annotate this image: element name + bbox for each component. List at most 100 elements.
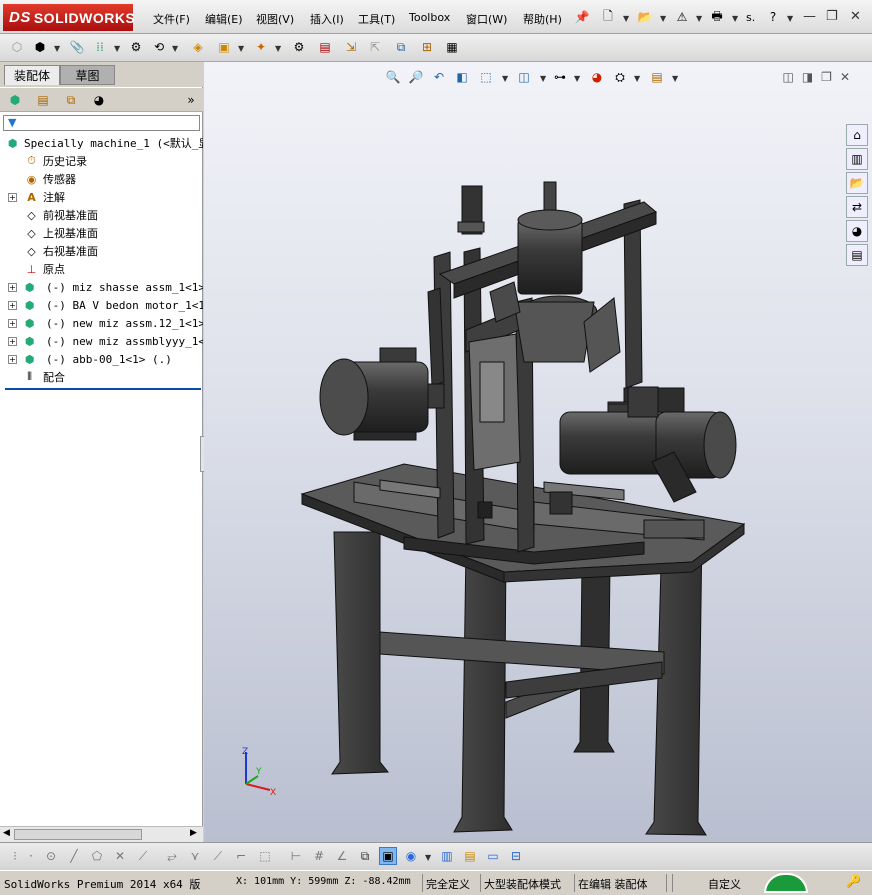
tree-item-subassembly[interactable]: + ⬢ (-) abb-00_1<1> (.) (0, 350, 203, 368)
help-question-icon[interactable]: ? (764, 8, 782, 26)
offset-icon[interactable]: ⥂ (163, 847, 181, 865)
isometric-view-icon[interactable]: ⧉ (356, 847, 374, 865)
menu-view[interactable]: 视图(V) (256, 11, 294, 27)
graphics-area[interactable]: 🔍 🔎 ↶ ◧ ⬚ ▼ ◫ ▼ ⊶ ▼ ◕ ⛭ ▼ ▤ ▼ ◫◨❐✕ ⌂ ▥ 📂… (204, 62, 872, 842)
line-icon[interactable]: ╱ (65, 847, 83, 865)
tree-item-subassembly[interactable]: + ⬢ (-) BA V bedon motor_1<1> (0, 296, 203, 314)
assembly-features-icon[interactable]: ▣ (215, 38, 233, 56)
minimize-icon[interactable]: — (803, 9, 816, 24)
tree-item-subassembly[interactable]: + ⬢ (-) new miz assmblyyy_1<1> (0, 332, 203, 350)
reference-geometry-icon[interactable]: ✦ (252, 38, 270, 56)
new-part-icon[interactable]: ⬢ (31, 38, 49, 56)
help-dropdown-icon[interactable]: ▼ (787, 14, 793, 23)
restore-icon[interactable]: ❐ (826, 9, 838, 24)
pattern-dropdown-icon[interactable]: ▼ (114, 44, 120, 53)
search-truncated[interactable]: s. (746, 11, 755, 24)
tree-item-origin[interactable]: ⊥ 原点 (0, 260, 203, 278)
open-folder-icon[interactable]: 📂 (636, 8, 654, 26)
menu-tools[interactable]: 工具(T) (358, 11, 395, 27)
tree-item-right-plane[interactable]: ◇ 右视基准面 (0, 242, 203, 260)
move-dropdown-icon[interactable]: ▼ (172, 44, 178, 53)
configuration-manager-icon[interactable]: ⧉ (62, 91, 80, 109)
tree-item-top-plane[interactable]: ◇ 上视基准面 (0, 224, 203, 242)
display-pane-icon[interactable]: ▤ (461, 847, 479, 865)
circle-icon[interactable]: ⊙ (42, 847, 60, 865)
menu-help[interactable]: 帮助(H) (523, 11, 562, 27)
insert-component-icon[interactable]: ⬡ (8, 38, 26, 56)
menu-toolbox[interactable]: Toolbox (409, 11, 450, 24)
shaded-with-edges-icon[interactable]: ▣ (379, 847, 397, 865)
single-viewport-icon[interactable]: ▭ (484, 847, 502, 865)
bill-of-materials-icon[interactable]: ▤ (316, 38, 334, 56)
open-dropdown-icon[interactable]: ▼ (660, 14, 666, 23)
print-icon[interactable]: 🖶 (708, 8, 726, 26)
move-component-icon[interactable]: ⟲ (150, 38, 168, 56)
tree-item-annotations[interactable]: + A 注解 (0, 188, 203, 206)
tab-assembly[interactable]: 装配体 (4, 65, 60, 85)
expand-toggle[interactable]: + (8, 282, 17, 292)
tree-item-subassembly[interactable]: + ⬢ (-) new miz assm.12_1<1> ( (0, 314, 203, 332)
menu-window[interactable]: 窗口(W) (466, 11, 507, 27)
status-units[interactable]: 自定义 (708, 876, 741, 892)
rebuild-warning-icon[interactable]: ⚠ (673, 8, 691, 26)
expand-toggle[interactable]: + (8, 192, 17, 202)
scroll-right-icon[interactable]: ▶ (190, 828, 197, 838)
clearance-verification-icon[interactable]: ⊞ (418, 38, 436, 56)
property-manager-icon[interactable]: ▤ (34, 91, 52, 109)
polygon-icon[interactable]: ⬠ (88, 847, 106, 865)
new-document-icon[interactable]: 🗋 (599, 8, 617, 26)
shaded-icon[interactable]: ◉ (402, 847, 420, 865)
smart-dimension-icon[interactable]: ⊢ (287, 847, 305, 865)
rebuild-notification-icon[interactable]: 🔑 (846, 874, 861, 888)
grid-icon[interactable]: # (310, 847, 328, 865)
tree-item-front-plane[interactable]: ◇ 前视基准面 (0, 206, 203, 224)
angle-icon[interactable]: ∠ (333, 847, 351, 865)
point-icon[interactable]: · (22, 847, 40, 865)
expand-toggle[interactable]: + (8, 300, 17, 310)
mate-icon[interactable]: 📎 (68, 38, 86, 56)
component-dropdown-icon[interactable]: ▼ (54, 44, 60, 53)
shading-dropdown-icon[interactable]: ▼ (425, 853, 431, 862)
menu-file[interactable]: 文件(F) (153, 11, 190, 27)
dimension-box-icon[interactable]: ⬚ (256, 847, 274, 865)
close-icon[interactable]: ✕ (850, 9, 861, 24)
status-indicator-icon[interactable] (764, 873, 808, 893)
assembly-model-render[interactable]: Z X Y (204, 62, 872, 842)
linear-pattern-icon[interactable]: ⁞⁞ (91, 38, 109, 56)
component-color-icon[interactable]: ▥ (438, 847, 456, 865)
tree-filter[interactable]: ▼ (3, 115, 200, 131)
tree-item-sensors[interactable]: ◉ 传感器 (0, 170, 203, 188)
features-dropdown-icon[interactable]: ▼ (238, 44, 244, 53)
rebuild-dropdown-icon[interactable]: ▼ (696, 14, 702, 23)
interference-detection-icon[interactable]: ⧉ (392, 38, 410, 56)
tab-sketch[interactable]: 草图 (60, 65, 115, 85)
explode-line-sketch-icon[interactable]: ⇱ (366, 38, 384, 56)
rollback-bar[interactable] (5, 388, 201, 390)
extend-icon[interactable]: ⟋ (134, 847, 152, 865)
mirror-icon[interactable]: ⋎ (186, 847, 204, 865)
filter-funnel-icon[interactable]: ▼ (8, 116, 16, 129)
scroll-thumb[interactable] (14, 829, 142, 840)
expand-panel-chevron-icon[interactable]: » (182, 91, 200, 109)
solidworks-logo[interactable]: DS SOLIDWORKS (3, 4, 135, 31)
feature-manager-tree-icon[interactable]: ⬢ (6, 91, 24, 109)
reference-dropdown-icon[interactable]: ▼ (275, 44, 281, 53)
expand-toggle[interactable]: + (8, 354, 17, 364)
tree-root[interactable]: ⬢ Specially machine_1 (<默认_显示状态-1>) (0, 134, 203, 152)
menu-edit[interactable]: 编辑(E) (205, 11, 243, 27)
scroll-left-icon[interactable]: ◀ (3, 828, 10, 838)
pin-icon[interactable]: 📌 (573, 8, 591, 26)
menu-insert[interactable]: 插入(I) (310, 11, 344, 27)
trim-icon[interactable]: ✕ (111, 847, 129, 865)
instant-3d-icon[interactable]: ▦ (443, 38, 461, 56)
corner-icon[interactable]: ⌐ (232, 847, 250, 865)
show-hidden-icon[interactable]: ◈ (189, 38, 207, 56)
tree-item-mates[interactable]: ⫴ 配合 (0, 368, 203, 386)
smart-fasteners-icon[interactable]: ⚙ (127, 38, 145, 56)
tree-item-subassembly[interactable]: + ⬢ (-) miz shasse assm_1<1> ( (0, 278, 203, 296)
new-dropdown-icon[interactable]: ▼ (623, 14, 629, 23)
new-motion-study-icon[interactable]: ⚙ (290, 38, 308, 56)
display-manager-icon[interactable]: ◕ (90, 91, 108, 109)
sketch-fillet-icon[interactable]: ⟋ (209, 847, 227, 865)
print-dropdown-icon[interactable]: ▼ (732, 14, 738, 23)
